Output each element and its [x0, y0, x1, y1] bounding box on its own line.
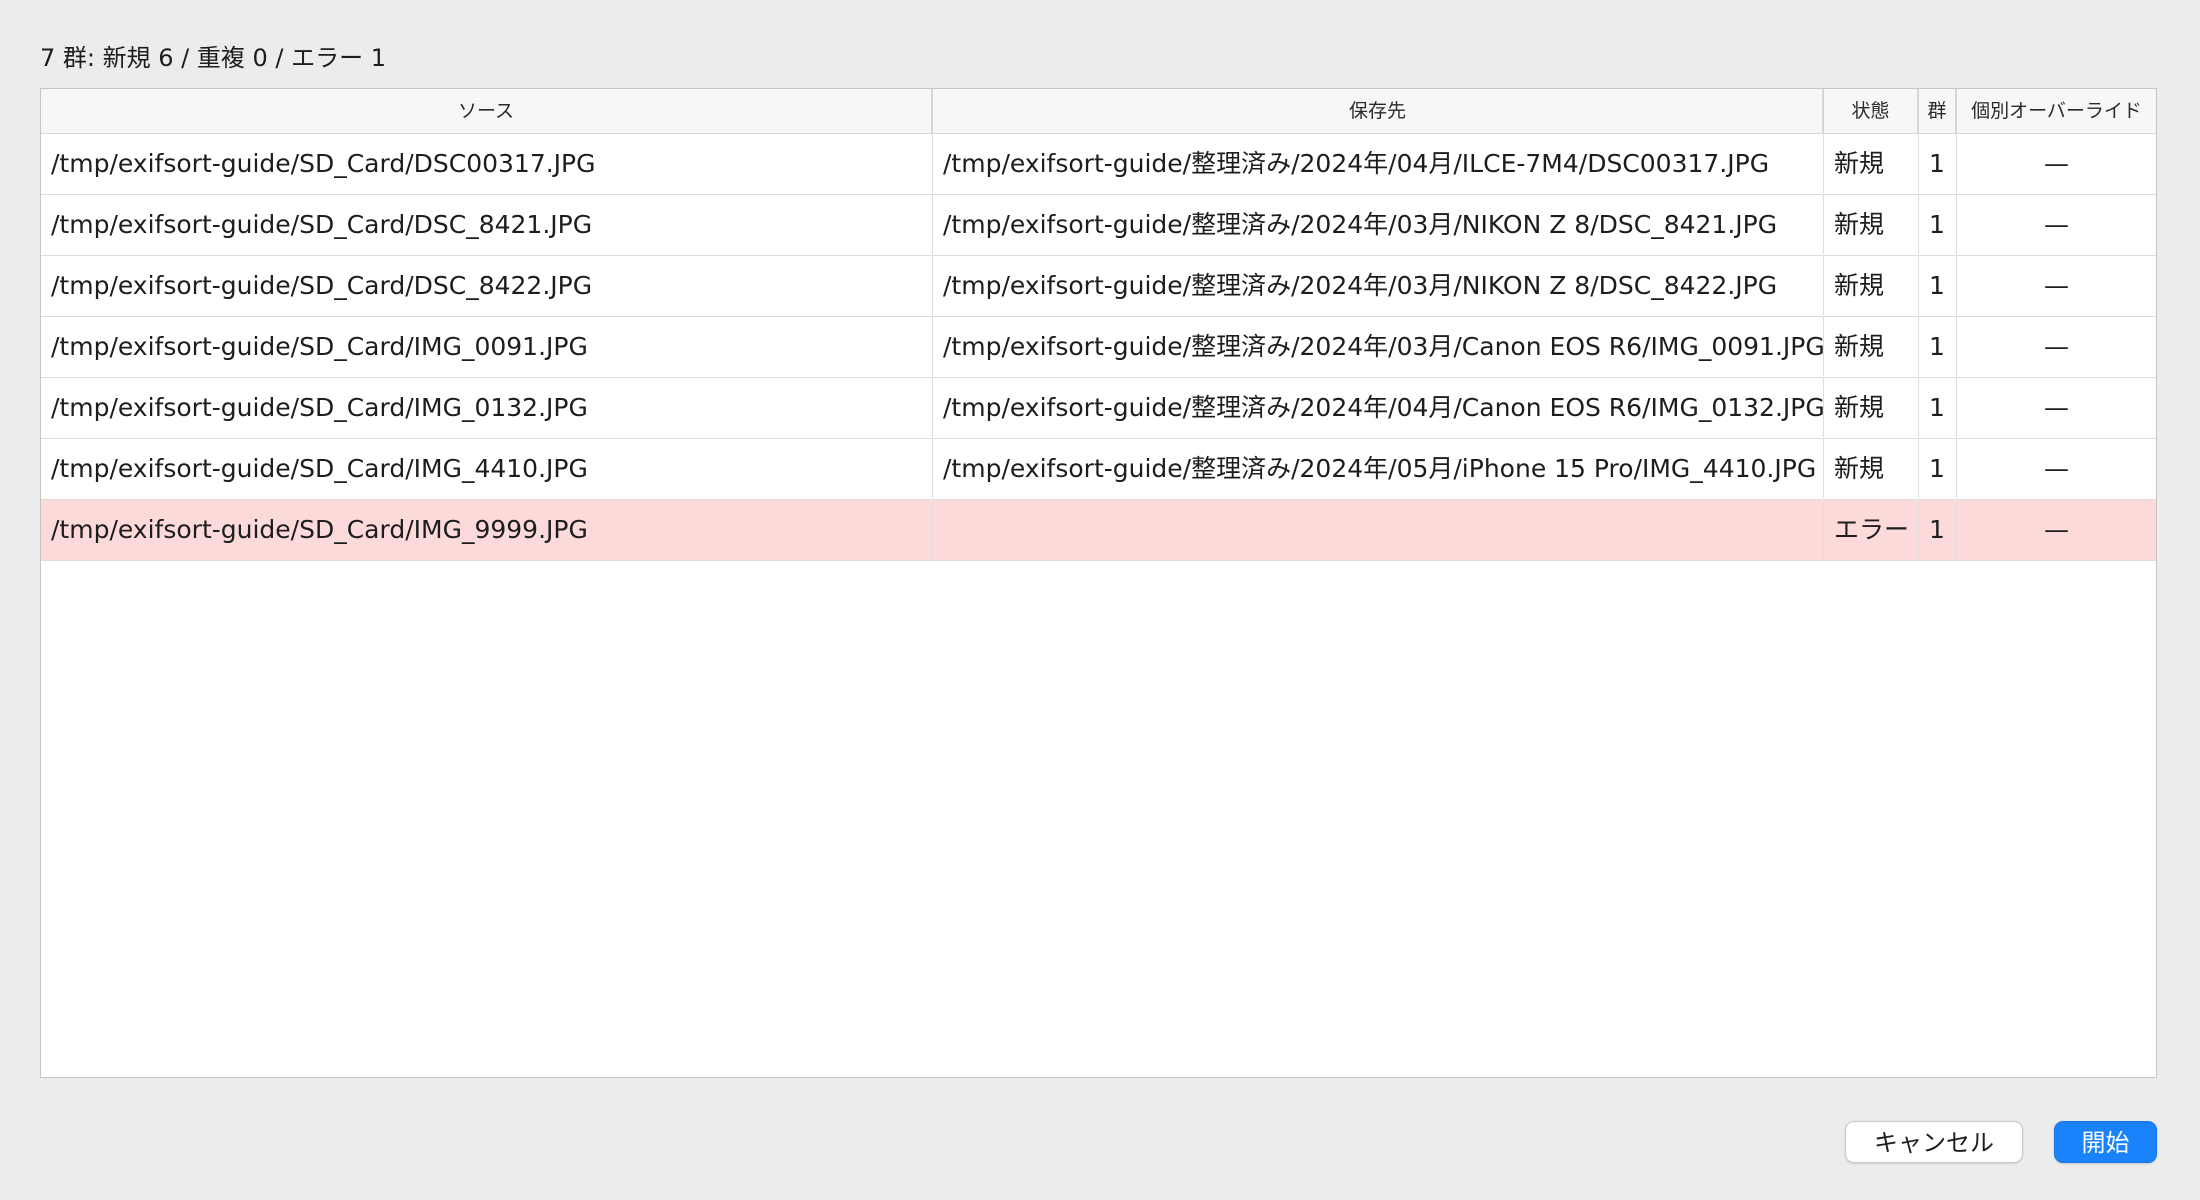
column-header-override[interactable]: 個別オーバーライド	[1957, 89, 2156, 133]
cell-group: 1	[1919, 378, 1957, 437]
table-row[interactable]: /tmp/exifsort-guide/SD_Card/DSC_8422.JPG…	[41, 256, 2156, 317]
cell-override[interactable]: —	[1957, 500, 2156, 559]
cell-override[interactable]: —	[1957, 134, 2156, 193]
cell-override[interactable]: —	[1957, 378, 2156, 437]
table-row[interactable]: /tmp/exifsort-guide/SD_Card/IMG_0132.JPG…	[41, 378, 2156, 439]
cell-source: /tmp/exifsort-guide/SD_Card/DSC_8422.JPG	[41, 256, 933, 315]
cell-state: 新規	[1824, 439, 1919, 498]
cell-override[interactable]: —	[1957, 439, 2156, 498]
cell-state: 新規	[1824, 195, 1919, 254]
cell-state: エラー	[1824, 500, 1919, 559]
cell-source: /tmp/exifsort-guide/SD_Card/IMG_9999.JPG	[41, 500, 933, 559]
cell-destination: /tmp/exifsort-guide/整理済み/2024年/04月/Canon…	[933, 378, 1824, 437]
summary-label: 7 群: 新規 6 / 重複 0 / エラー 1	[40, 44, 386, 72]
cell-destination: /tmp/exifsort-guide/整理済み/2024年/03月/Canon…	[933, 317, 1824, 376]
table-row[interactable]: /tmp/exifsort-guide/SD_Card/DSC_8421.JPG…	[41, 195, 2156, 256]
start-button[interactable]: 開始	[2054, 1121, 2157, 1163]
cell-source: /tmp/exifsort-guide/SD_Card/IMG_0132.JPG	[41, 378, 933, 437]
cell-override[interactable]: —	[1957, 317, 2156, 376]
column-header-group[interactable]: 群	[1919, 89, 1957, 133]
cell-state: 新規	[1824, 256, 1919, 315]
file-table[interactable]: ソース 保存先 状態 群 個別オーバーライド /tmp/exifsort-gui…	[40, 88, 2157, 1078]
cell-group: 1	[1919, 195, 1957, 254]
cell-override[interactable]: —	[1957, 256, 2156, 315]
table-row[interactable]: /tmp/exifsort-guide/SD_Card/IMG_0091.JPG…	[41, 317, 2156, 378]
cell-group: 1	[1919, 500, 1957, 559]
cell-group: 1	[1919, 439, 1957, 498]
cell-source: /tmp/exifsort-guide/SD_Card/DSC_8421.JPG	[41, 195, 933, 254]
cell-state: 新規	[1824, 134, 1919, 193]
cell-override[interactable]: —	[1957, 195, 2156, 254]
table-row[interactable]: /tmp/exifsort-guide/SD_Card/DSC00317.JPG…	[41, 134, 2156, 195]
table-header: ソース 保存先 状態 群 個別オーバーライド	[41, 89, 2156, 134]
column-header-state[interactable]: 状態	[1824, 89, 1919, 133]
cell-destination: /tmp/exifsort-guide/整理済み/2024年/05月/iPhon…	[933, 439, 1824, 498]
cell-group: 1	[1919, 256, 1957, 315]
cell-source: /tmp/exifsort-guide/SD_Card/IMG_0091.JPG	[41, 317, 933, 376]
column-header-destination[interactable]: 保存先	[933, 89, 1824, 133]
cell-group: 1	[1919, 134, 1957, 193]
table-row-error[interactable]: /tmp/exifsort-guide/SD_Card/IMG_9999.JPG…	[41, 500, 2156, 561]
cell-destination: /tmp/exifsort-guide/整理済み/2024年/04月/ILCE-…	[933, 134, 1824, 193]
cell-source: /tmp/exifsort-guide/SD_Card/DSC00317.JPG	[41, 134, 933, 193]
cell-destination: /tmp/exifsort-guide/整理済み/2024年/03月/NIKON…	[933, 195, 1824, 254]
cell-state: 新規	[1824, 378, 1919, 437]
cell-source: /tmp/exifsort-guide/SD_Card/IMG_4410.JPG	[41, 439, 933, 498]
cell-destination: /tmp/exifsort-guide/整理済み/2024年/03月/NIKON…	[933, 256, 1824, 315]
cancel-button[interactable]: キャンセル	[1845, 1121, 2023, 1163]
table-row[interactable]: /tmp/exifsort-guide/SD_Card/IMG_4410.JPG…	[41, 439, 2156, 500]
cell-state: 新規	[1824, 317, 1919, 376]
cell-group: 1	[1919, 317, 1957, 376]
column-header-source[interactable]: ソース	[41, 89, 933, 133]
cell-destination	[933, 500, 1824, 559]
